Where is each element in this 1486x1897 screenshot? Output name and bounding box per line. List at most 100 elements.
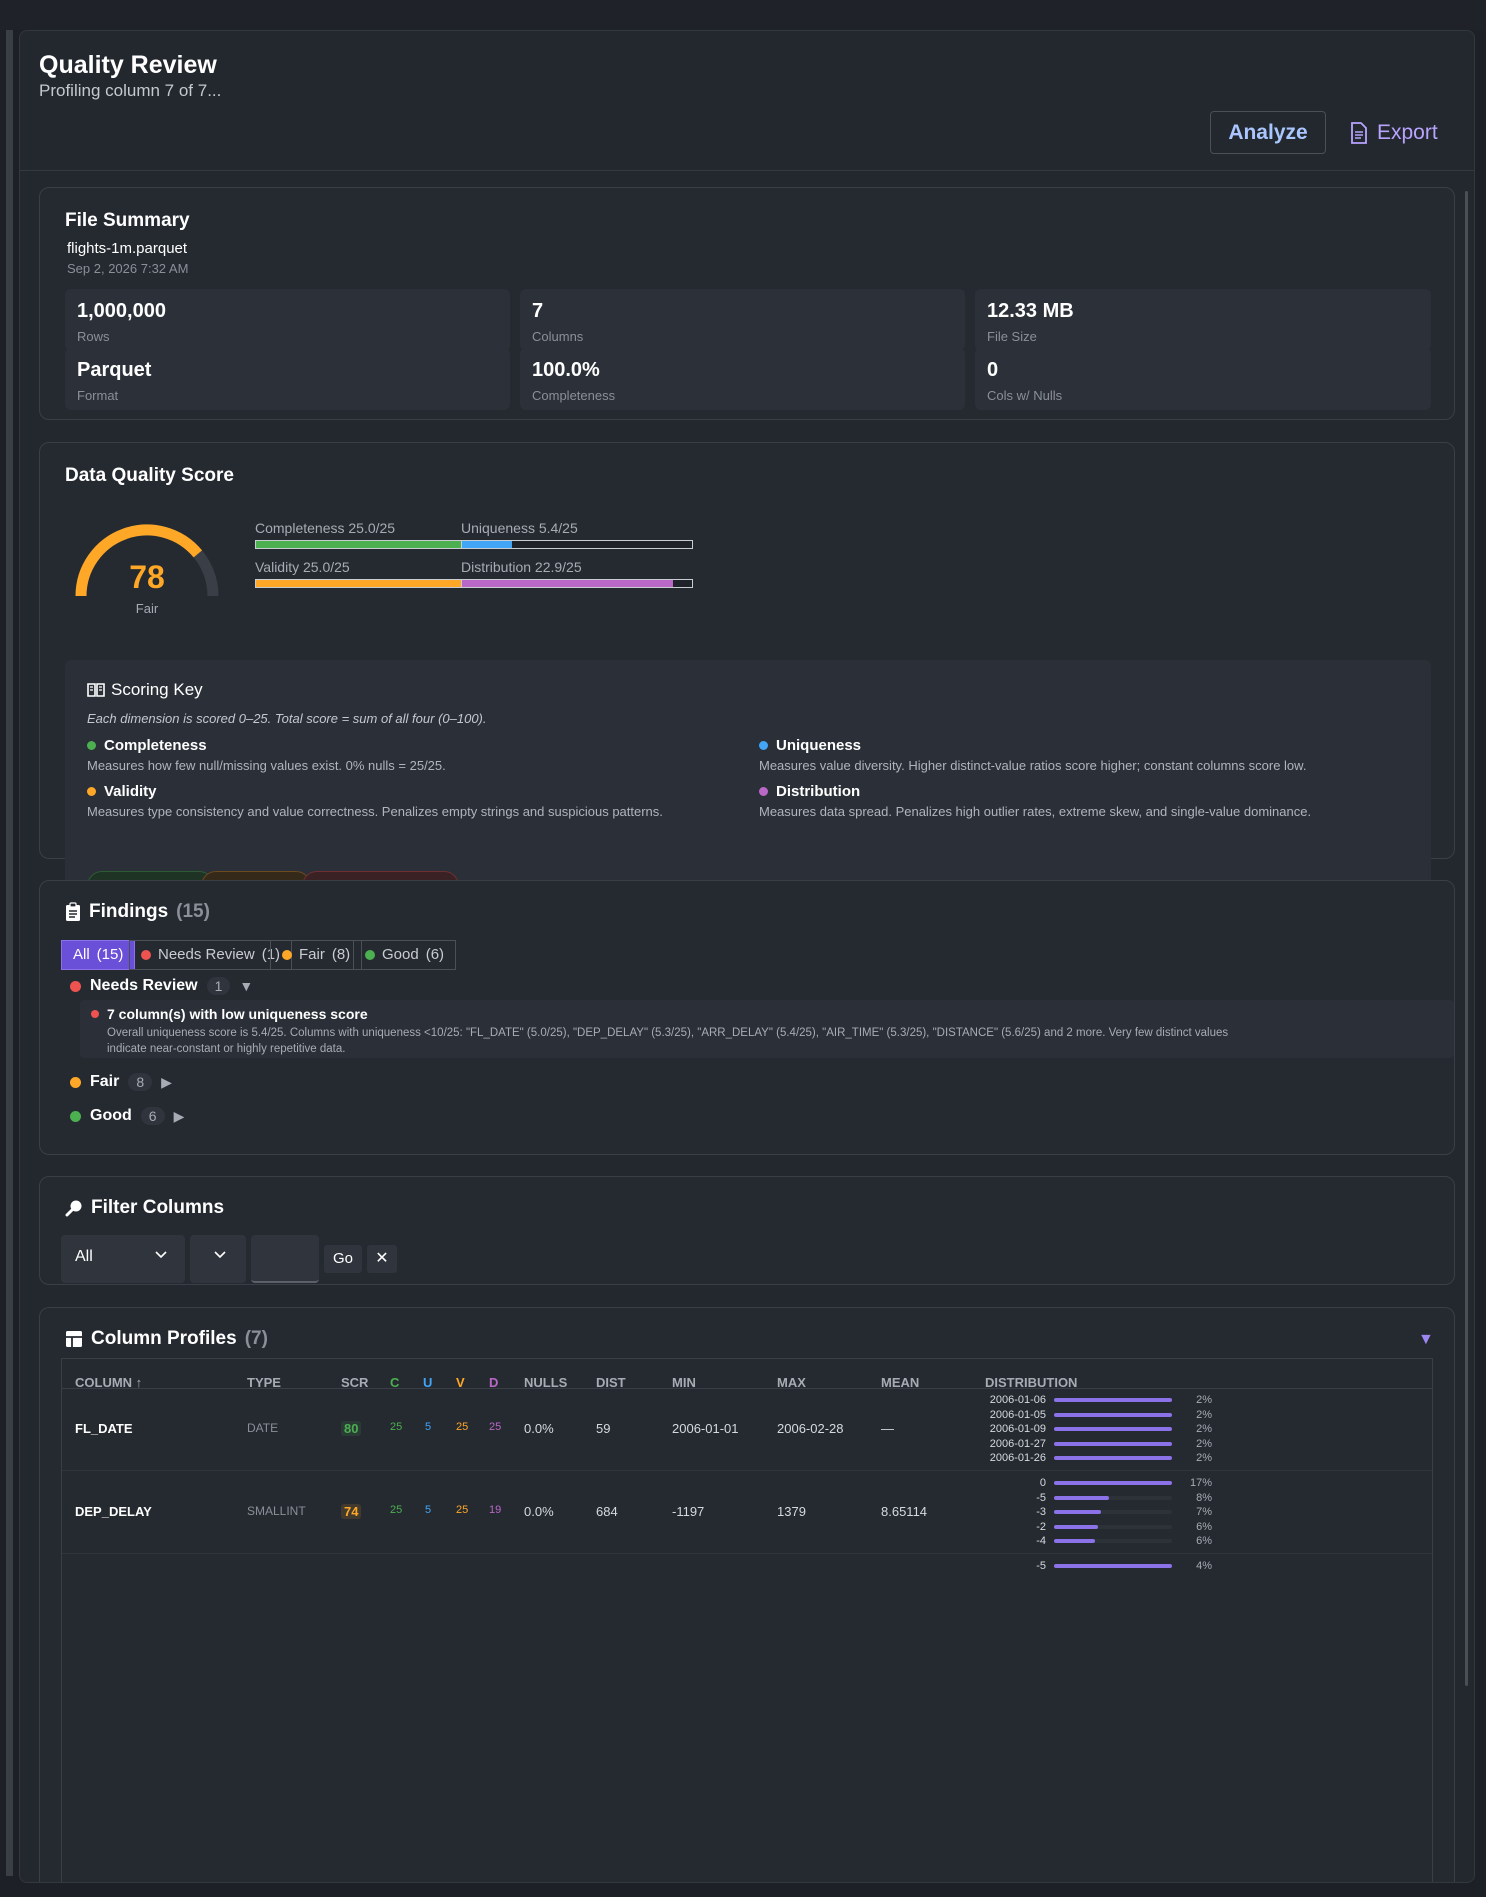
group-fair[interactable]: Fair 8 ▶ bbox=[70, 1073, 172, 1091]
header-d[interactable]: D bbox=[489, 1375, 498, 1390]
tab-all[interactable]: All (15) bbox=[61, 940, 136, 970]
page-title: Quality Review bbox=[39, 51, 217, 79]
stat-cols-with-nulls: 0 Cols w/ Nulls bbox=[975, 348, 1431, 410]
distribution-fill bbox=[1054, 1427, 1172, 1431]
stat-label: Rows bbox=[77, 329, 110, 344]
dimension-bar-distribution: Distribution 22.9/25 bbox=[461, 559, 693, 588]
header-v[interactable]: V bbox=[456, 1375, 465, 1390]
group-count: 8 bbox=[128, 1073, 153, 1091]
clear-icon[interactable]: ✕ bbox=[367, 1245, 397, 1273]
group-good[interactable]: Good 6 ▶ bbox=[70, 1107, 184, 1125]
tab-label: Fair bbox=[299, 946, 325, 963]
cell-column: FL_DATE bbox=[75, 1421, 133, 1436]
header-max[interactable]: MAX bbox=[777, 1375, 806, 1390]
distribution-bar: -3 7% bbox=[982, 1505, 1212, 1519]
distribution-track bbox=[1054, 1481, 1172, 1485]
stat-value: 7 bbox=[532, 300, 544, 322]
header-nulls[interactable]: NULLS bbox=[524, 1375, 567, 1390]
header-c[interactable]: C bbox=[390, 1375, 399, 1390]
key-name: Completeness bbox=[104, 737, 207, 754]
profiles-title-text: Column Profiles bbox=[91, 1328, 237, 1349]
validity-dot bbox=[87, 787, 96, 796]
header-u[interactable]: U bbox=[423, 1375, 432, 1390]
header-column[interactable]: COLUMN ↑ bbox=[75, 1375, 142, 1390]
chevron-down-icon[interactable]: ▼ bbox=[239, 978, 253, 994]
left-rail[interactable] bbox=[6, 30, 13, 1876]
group-label: Needs Review bbox=[90, 977, 198, 994]
tab-needs-review[interactable]: Needs Review (1) bbox=[129, 940, 293, 970]
cell-max: 2006-02-28 bbox=[777, 1421, 844, 1436]
file-name: flights-1m.parquet bbox=[67, 240, 188, 257]
stat-label: Columns bbox=[532, 329, 584, 344]
export-button[interactable]: Export bbox=[1350, 111, 1438, 154]
group-count: 1 bbox=[206, 977, 231, 995]
select-value: All bbox=[75, 1248, 93, 1265]
key-distribution: Distribution bbox=[759, 783, 860, 800]
chevron-down-icon bbox=[214, 1251, 226, 1259]
key-name: Validity bbox=[104, 783, 157, 800]
analyze-button[interactable]: Analyze bbox=[1210, 111, 1326, 154]
finding-title: 7 column(s) with low uniqueness score bbox=[91, 1006, 368, 1022]
header-distribution[interactable]: DISTRIBUTION bbox=[985, 1375, 1077, 1390]
filter-value-input[interactable] bbox=[251, 1235, 319, 1283]
cell-c: 25 bbox=[390, 1504, 403, 1516]
distribution-bar: 2006-01-05 2% bbox=[982, 1408, 1212, 1422]
distribution-pct: 7% bbox=[1196, 1506, 1212, 1518]
cell-v: 25 bbox=[456, 1421, 469, 1433]
findings-title: Findings (15) bbox=[65, 901, 210, 923]
go-button[interactable]: Go bbox=[324, 1245, 362, 1273]
header-min[interactable]: MIN bbox=[672, 1375, 696, 1390]
filter-select-primary[interactable]: All bbox=[61, 1235, 185, 1283]
finding-title-text: 7 column(s) with low uniqueness score bbox=[107, 1006, 368, 1022]
findings-title-text: Findings bbox=[89, 901, 169, 922]
distribution-label: -5 bbox=[1036, 1560, 1046, 1572]
distribution-fill bbox=[1054, 1539, 1096, 1543]
group-needs-review[interactable]: Needs Review 1 ▼ bbox=[70, 977, 253, 995]
tab-fair[interactable]: Fair (8) bbox=[270, 940, 363, 970]
table-icon bbox=[65, 1330, 83, 1348]
row-divider bbox=[62, 1553, 1432, 1554]
header-mean[interactable]: MEAN bbox=[881, 1375, 919, 1390]
cell-min: 2006-01-01 bbox=[672, 1421, 739, 1436]
tab-label: Good bbox=[382, 946, 419, 963]
stat-completeness: 100.0% Completeness bbox=[520, 348, 965, 410]
distribution-pct: 2% bbox=[1196, 1394, 1212, 1406]
distribution-pct: 17% bbox=[1189, 1477, 1212, 1489]
header-score[interactable]: SCR bbox=[341, 1375, 368, 1390]
filter-title: Filter Columns bbox=[65, 1197, 224, 1219]
key-uniqueness-desc: Measures value diversity. Higher distinc… bbox=[759, 758, 1307, 773]
key-uniqueness: Uniqueness bbox=[759, 737, 861, 754]
orange-dot bbox=[70, 1076, 81, 1088]
cell-v: 25 bbox=[456, 1504, 469, 1516]
finding-item: 7 column(s) with low uniqueness score Ov… bbox=[80, 1000, 1454, 1058]
score-rating: Fair bbox=[135, 601, 159, 616]
document-icon bbox=[1350, 121, 1368, 144]
chevron-right-icon[interactable]: ▶ bbox=[174, 1108, 185, 1125]
header-dist[interactable]: DIST bbox=[596, 1375, 626, 1390]
red-dot bbox=[91, 1010, 99, 1018]
header-type[interactable]: TYPE bbox=[247, 1375, 281, 1390]
scoring-key-title: Scoring Key bbox=[87, 680, 203, 700]
cell-c: 25 bbox=[390, 1421, 403, 1433]
score-value: 78 bbox=[129, 559, 165, 595]
cell-score: 80 bbox=[341, 1421, 362, 1436]
filter-title-text: Filter Columns bbox=[91, 1197, 225, 1218]
distribution-bar: 2006-01-27 2% bbox=[982, 1437, 1212, 1451]
distribution-bar: 0 17% bbox=[982, 1476, 1212, 1490]
distribution-pct: 2% bbox=[1196, 1423, 1212, 1435]
distribution-label: -4 bbox=[1036, 1535, 1046, 1547]
stat-value: Parquet bbox=[77, 359, 152, 381]
uniqueness-dot bbox=[759, 741, 768, 750]
dimension-fill bbox=[462, 541, 512, 548]
scrollbar[interactable] bbox=[1465, 191, 1468, 1686]
cell-min: -1197 bbox=[672, 1504, 705, 1519]
distribution-track bbox=[1054, 1510, 1172, 1514]
distribution-pct: 2% bbox=[1196, 1452, 1212, 1464]
filter-select-secondary[interactable] bbox=[190, 1235, 246, 1283]
quality-score-title: Data Quality Score bbox=[65, 465, 234, 486]
collapse-toggle-icon[interactable]: ▼ bbox=[1418, 1331, 1434, 1349]
cell-column: DEP_DELAY bbox=[75, 1504, 152, 1519]
chevron-right-icon[interactable]: ▶ bbox=[161, 1074, 172, 1091]
cell-dist: 59 bbox=[596, 1421, 611, 1436]
tab-good[interactable]: Good (6) bbox=[353, 940, 457, 970]
